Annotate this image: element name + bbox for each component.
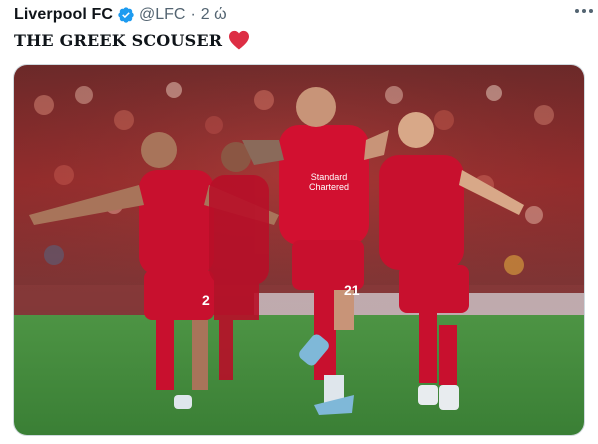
tweet: Liverpool FC @LFC · 2 ώ THE GREEK SCOUSE… [0,0,598,444]
svg-text:Chartered: Chartered [309,182,349,192]
celebration-photo: Standard Chartered 2 21 [14,65,584,435]
red-heart-emoji-icon [229,30,250,50]
display-name[interactable]: Liverpool FC [14,6,113,24]
tweet-photo[interactable]: Standard Chartered 2 21 [13,64,585,436]
shorts-number-left: 2 [202,292,210,308]
timestamp[interactable]: 2 ώ [201,6,227,24]
more-options-icon[interactable] [572,2,596,20]
verified-badge-icon [118,7,134,23]
shorts-number-center: 21 [344,282,360,298]
tweet-header: Liverpool FC @LFC · 2 ώ [14,4,584,26]
separator-dot: · [190,6,196,23]
tweet-text: THE GREEK SCOUSER [14,30,250,50]
user-handle[interactable]: @LFC [139,6,185,24]
tweet-text-content: THE GREEK SCOUSER [14,30,223,50]
jersey-sponsor: Standard [311,172,348,182]
